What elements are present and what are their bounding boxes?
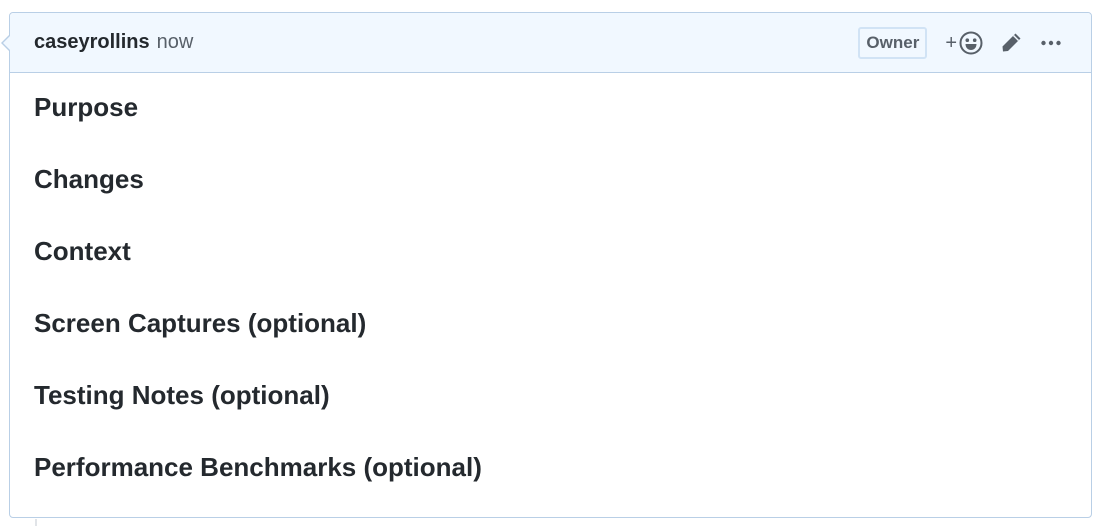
section-heading-context: Context [34,236,131,266]
add-reaction-button[interactable]: + [945,31,983,55]
edit-comment-button[interactable] [999,31,1023,55]
comment-actions: Owner + [858,26,1063,59]
section-heading-testing-notes: Testing Notes (optional) [34,380,330,410]
more-options-button[interactable] [1039,31,1063,55]
section-heading-performance-benchmarks: Performance Benchmarks (optional) [34,452,482,482]
comment-container: caseyrollins now Owner + Purpose Changes… [1,12,1092,518]
kebab-horizontal-icon [1041,40,1061,45]
owner-badge: Owner [858,26,928,59]
section-heading-changes: Changes [34,164,144,194]
comment-author[interactable]: caseyrollins [34,31,150,54]
smiley-icon [959,31,983,54]
comment-body: Purpose Changes Context Screen Captures … [10,73,1091,525]
plus-icon: + [945,31,957,54]
section-heading-purpose: Purpose [34,92,139,122]
comment-timestamp[interactable]: now [157,31,194,54]
section-heading-screen-captures: Screen Captures (optional) [34,308,367,338]
comment-header: caseyrollins now Owner + [10,13,1091,73]
pencil-icon [1002,33,1021,51]
